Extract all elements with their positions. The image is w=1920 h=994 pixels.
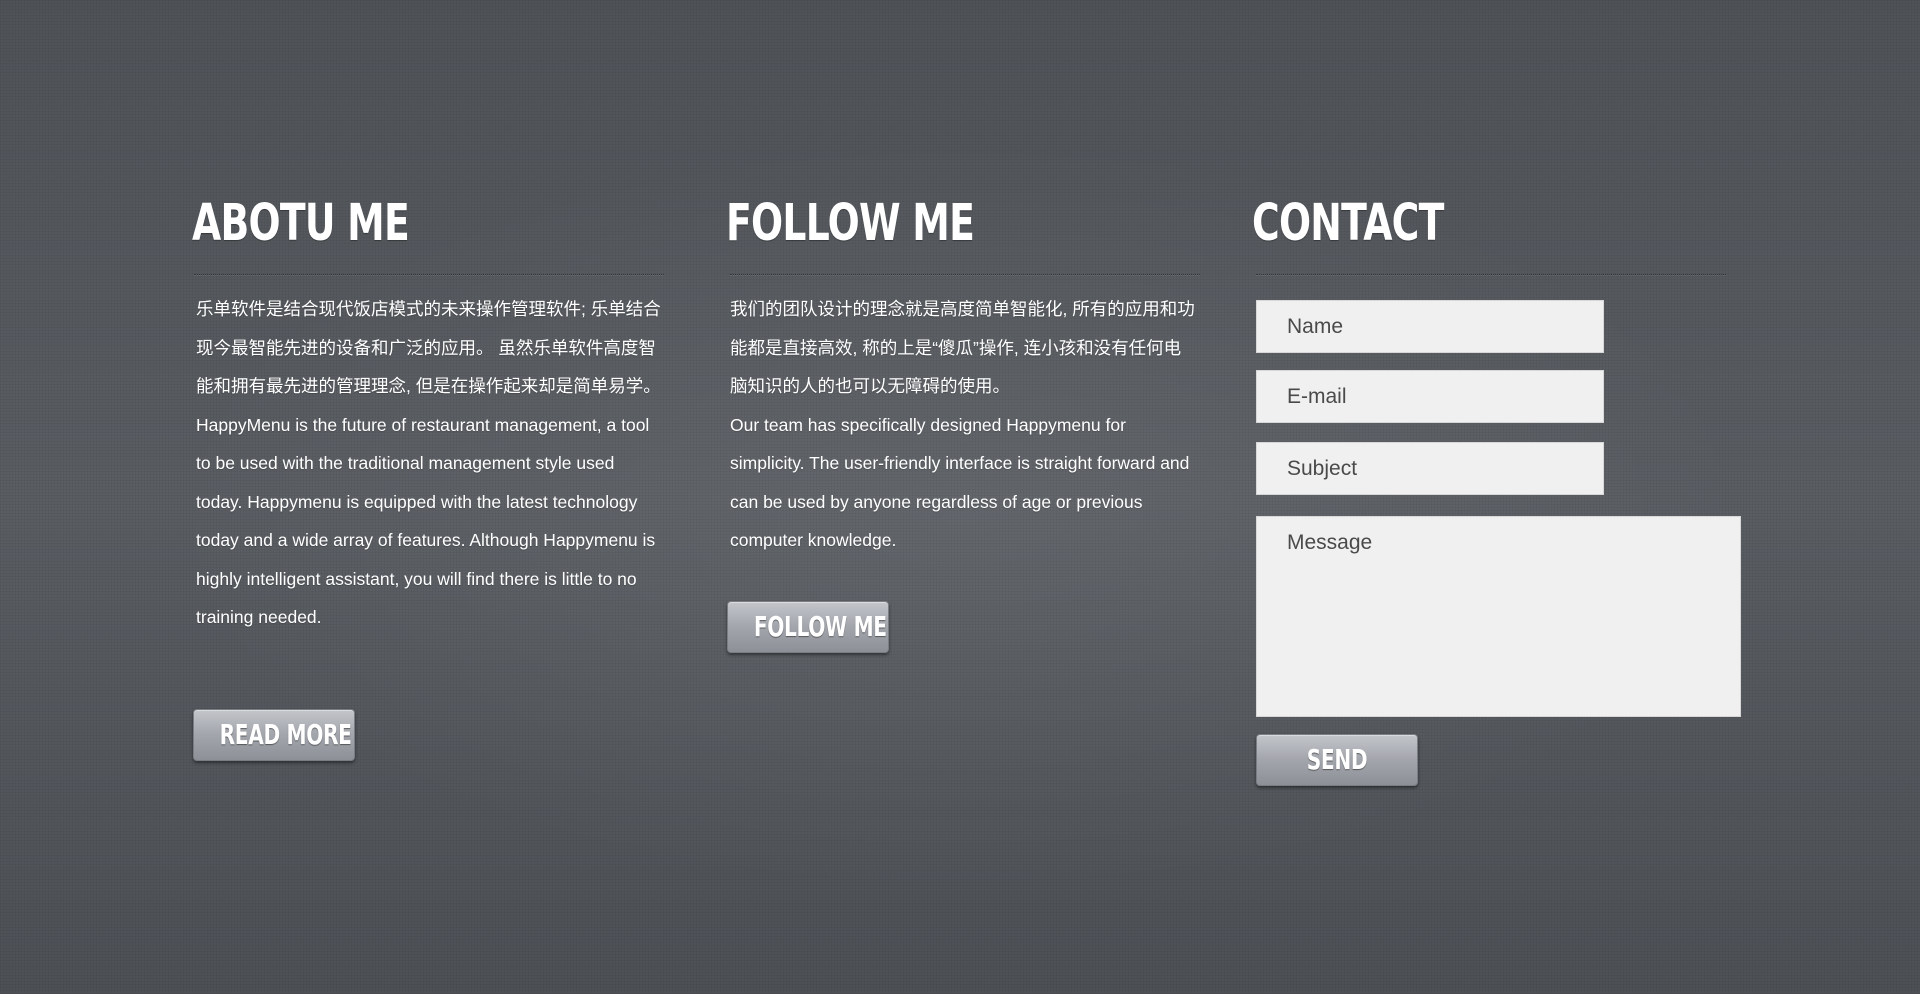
- follow-divider: [730, 274, 1200, 276]
- about-text: 乐单软件是结合现代饭店模式的未来操作管理软件; 乐单结合现今最智能先进的设备和广…: [196, 290, 664, 637]
- send-label: SEND: [1306, 743, 1368, 776]
- follow-text: 我们的团队设计的理念就是高度简单智能化, 所有的应用和功能都是直接高效, 称的上…: [730, 290, 1198, 560]
- about-heading: ABOTU ME: [192, 194, 410, 253]
- contact-section: CONTACT: [1252, 192, 1752, 276]
- follow-me-button[interactable]: FOLLOW ME: [727, 601, 889, 653]
- message-textarea[interactable]: [1256, 516, 1741, 717]
- subject-input[interactable]: [1256, 442, 1604, 495]
- about-paragraph-zh: 乐单软件是结合现代饭店模式的未来操作管理软件; 乐单结合现今最智能先进的设备和广…: [196, 299, 661, 396]
- follow-me-label: FOLLOW ME: [753, 610, 887, 643]
- contact-divider: [1256, 274, 1726, 276]
- follow-paragraph-en: Our team has specifically designed Happy…: [730, 414, 1190, 551]
- about-section: ABOTU ME 乐单软件是结合现代饭店模式的未来操作管理软件; 乐单结合现今最…: [192, 192, 664, 637]
- follow-section: FOLLOW ME 我们的团队设计的理念就是高度简单智能化, 所有的应用和功能都…: [726, 192, 1200, 560]
- follow-paragraph-zh: 我们的团队设计的理念就是高度简单智能化, 所有的应用和功能都是直接高效, 称的上…: [730, 299, 1195, 396]
- read-more-button[interactable]: READ MORE: [193, 709, 355, 761]
- name-input[interactable]: [1256, 300, 1604, 353]
- contact-heading: CONTACT: [1252, 194, 1444, 253]
- send-button[interactable]: SEND: [1256, 734, 1418, 786]
- read-more-label: READ MORE: [219, 718, 352, 751]
- follow-heading: FOLLOW ME: [726, 194, 975, 253]
- email-input[interactable]: [1256, 370, 1604, 423]
- about-divider: [194, 274, 664, 276]
- about-paragraph-en: HappyMenu is the future of restaurant ma…: [196, 414, 656, 628]
